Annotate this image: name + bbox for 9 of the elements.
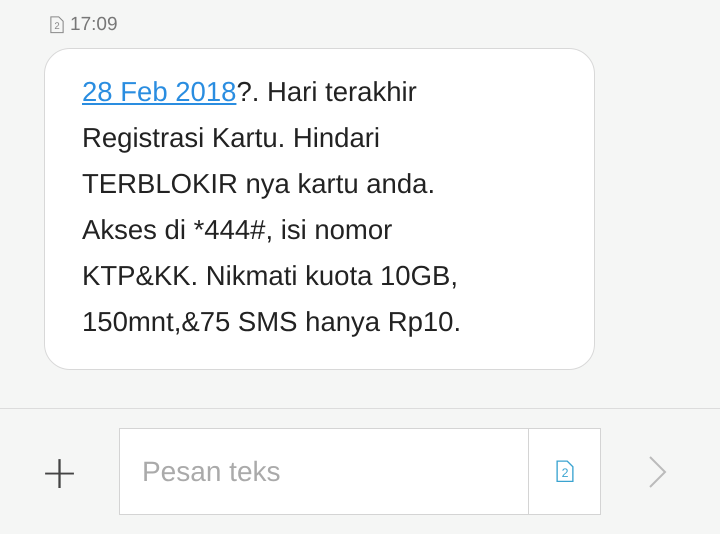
attach-button[interactable]: +: [0, 448, 119, 494]
sim-card-icon: 2: [50, 16, 64, 34]
message-input[interactable]: Pesan teks: [119, 428, 528, 515]
sim-select-button[interactable]: 2: [528, 428, 601, 515]
sim-card-icon: 2: [556, 460, 574, 483]
message-text: 28 Feb 2018?. Hari terakhir Registrasi Kartu. Hindari TERBLOKIR nya kartu anda. Akses di *444#, isi nomor KTP&KK. Nikmati kuota 10GB, 150mnt,&75 SMS hanya Rp10.: [82, 75, 462, 339]
message-time: 17:09: [70, 14, 118, 36]
date-link[interactable]: 28 Feb 2018: [82, 76, 236, 107]
send-icon[interactable]: [648, 454, 668, 488]
